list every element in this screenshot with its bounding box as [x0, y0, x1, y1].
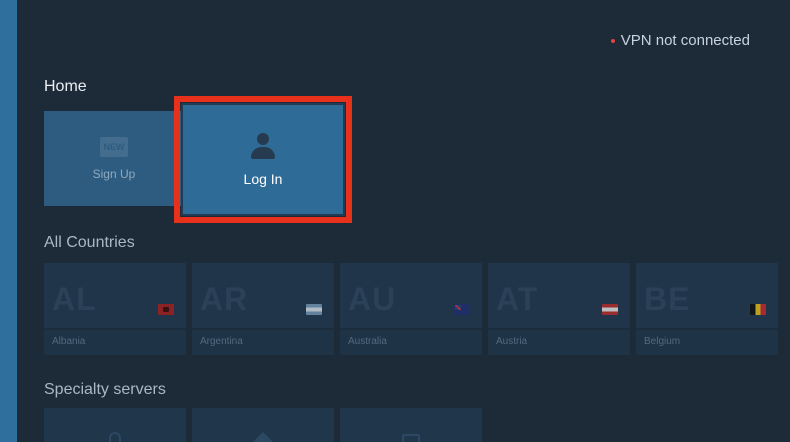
country-tile-australia[interactable]: AU Australia: [340, 263, 482, 355]
box-icon: [402, 434, 420, 442]
user-icon: [250, 132, 276, 159]
specialty-tile-1[interactable]: [44, 408, 186, 442]
austria-flag-icon: [602, 304, 618, 315]
country-code: AL: [52, 281, 97, 317]
status-dot-icon: [610, 38, 615, 43]
home-icon: [253, 432, 273, 442]
specialty-row: [44, 408, 482, 442]
lock-icon: [109, 432, 121, 442]
country-tile-argentina[interactable]: AR Argentina: [192, 263, 334, 355]
vpn-status-text: VPN not connected: [620, 32, 750, 49]
vpn-status: VPN not connected: [610, 32, 750, 49]
home-section-title: Home: [44, 78, 87, 95]
albania-flag-icon: [158, 304, 174, 315]
country-code: AU: [348, 281, 397, 317]
sign-up-tile[interactable]: NEW Sign Up: [44, 111, 184, 206]
focus-highlight: Log In: [174, 96, 352, 223]
country-name: Belgium: [644, 336, 681, 347]
left-edge-strip: [0, 0, 17, 442]
argentina-flag-icon: [306, 304, 322, 315]
australia-flag-icon: [454, 304, 470, 315]
specialty-servers-title: Specialty servers: [44, 381, 166, 398]
country-tile-austria[interactable]: AT Austria: [488, 263, 630, 355]
country-name: Albania: [52, 336, 86, 347]
log-in-tile[interactable]: Log In: [181, 103, 345, 216]
country-name: Argentina: [200, 336, 243, 347]
belgium-flag-icon: [750, 304, 766, 315]
country-tile-albania[interactable]: AL Albania: [44, 263, 186, 355]
all-countries-title: All Countries: [44, 234, 135, 251]
specialty-tile-3[interactable]: [340, 408, 482, 442]
new-badge: NEW: [100, 136, 128, 157]
country-tile-belgium[interactable]: BE Belgium: [636, 263, 778, 355]
country-code: AR: [200, 281, 249, 317]
country-code: AT: [496, 281, 539, 317]
countries-row: AL Albania AR Argentina AU Australia AT …: [44, 263, 790, 355]
country-name: Austria: [496, 336, 528, 347]
country-name: Australia: [348, 336, 387, 347]
sign-up-label: Sign Up: [92, 166, 136, 181]
log-in-label: Log In: [243, 170, 283, 187]
specialty-tile-2[interactable]: [192, 408, 334, 442]
country-code: BE: [644, 281, 691, 317]
